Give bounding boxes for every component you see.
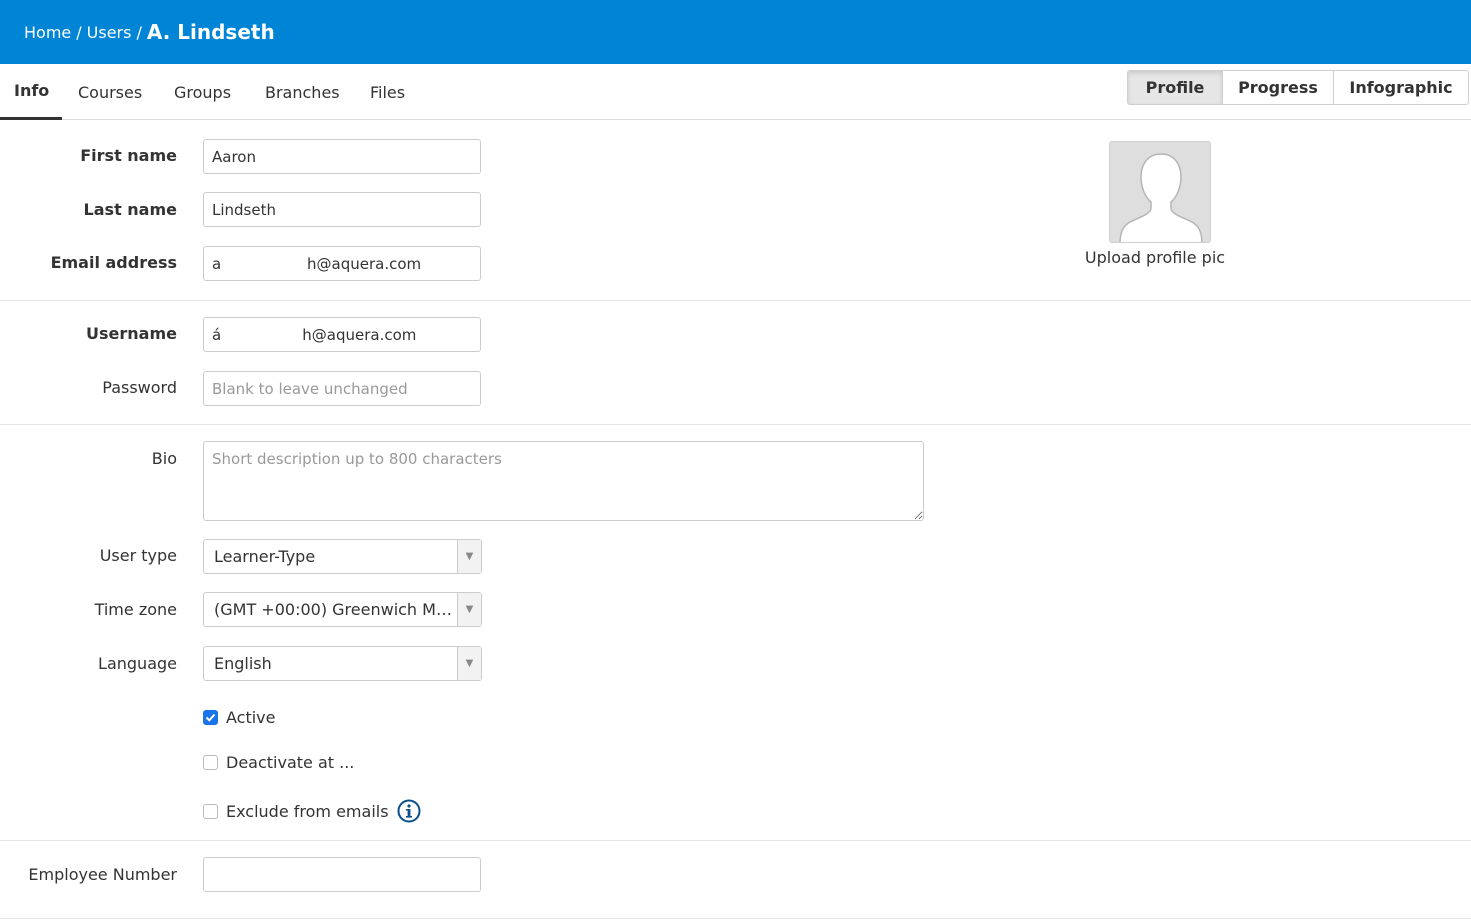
active-checkbox[interactable] <box>203 710 218 725</box>
infographic-view-button[interactable]: Infographic <box>1334 71 1468 104</box>
progress-view-button[interactable]: Progress <box>1223 71 1334 104</box>
last-name-field[interactable] <box>203 192 481 227</box>
active-checkbox-row: Active <box>203 708 276 727</box>
exclude-emails-checkbox-row: Exclude from emails <box>203 799 421 823</box>
section-divider <box>0 424 1471 425</box>
language-label: Language <box>98 654 177 673</box>
tab-courses[interactable]: Courses <box>64 64 156 120</box>
deactivate-label[interactable]: Deactivate at ... <box>226 753 354 772</box>
bio-textarea[interactable] <box>203 441 924 521</box>
breadcrumb-users-link[interactable]: Users <box>87 23 132 42</box>
exclude-emails-checkbox[interactable] <box>203 803 218 819</box>
chevron-down-icon: ▼ <box>457 540 481 573</box>
password-label: Password <box>102 378 177 397</box>
user-type-value: Learner-Type <box>214 547 316 566</box>
breadcrumb-home-link[interactable]: Home <box>24 23 71 42</box>
profile-view-button[interactable]: Profile <box>1128 71 1223 104</box>
section-divider <box>0 918 1471 919</box>
language-value: English <box>214 654 272 673</box>
employee-number-label: Employee Number <box>28 865 177 884</box>
tab-files[interactable]: Files <box>356 64 419 120</box>
page-title: A. Lindseth <box>146 20 275 44</box>
password-field[interactable] <box>203 371 481 406</box>
tab-groups[interactable]: Groups <box>160 64 245 120</box>
email-label: Email address <box>50 253 177 272</box>
top-header: Home / Users / A. Lindseth <box>0 0 1471 64</box>
tab-branches[interactable]: Branches <box>251 64 354 120</box>
breadcrumb-separator: / <box>76 22 82 42</box>
time-zone-value: (GMT +00:00) Greenwich Mean Time <box>214 600 457 619</box>
tab-info[interactable]: Info <box>0 64 62 120</box>
deactivate-checkbox[interactable] <box>203 755 218 770</box>
chevron-down-icon: ▼ <box>457 647 481 680</box>
first-name-label: First name <box>80 146 177 165</box>
bio-label: Bio <box>151 449 177 468</box>
chevron-down-icon: ▼ <box>457 593 481 626</box>
last-name-label: Last name <box>83 200 177 219</box>
time-zone-label: Time zone <box>94 600 177 619</box>
view-toggle: Profile Progress Infographic <box>1127 70 1469 105</box>
section-divider <box>0 840 1471 841</box>
section-divider <box>0 300 1471 301</box>
first-name-field[interactable] <box>203 139 481 174</box>
user-type-select[interactable]: Learner-Type ▼ <box>203 539 482 574</box>
email-field[interactable] <box>203 246 481 281</box>
employee-number-field[interactable] <box>203 857 481 892</box>
info-circle-icon[interactable] <box>397 799 421 823</box>
user-silhouette-icon[interactable] <box>1109 141 1211 243</box>
time-zone-select[interactable]: (GMT +00:00) Greenwich Mean Time ▼ <box>203 592 482 627</box>
active-label[interactable]: Active <box>226 708 276 727</box>
exclude-emails-label[interactable]: Exclude from emails <box>226 802 389 821</box>
username-label: Username <box>86 324 177 343</box>
user-type-label: User type <box>99 546 177 565</box>
language-select[interactable]: English ▼ <box>203 646 482 681</box>
upload-profile-pic-link[interactable]: Upload profile pic <box>1060 248 1250 267</box>
checkmark-icon <box>205 713 216 722</box>
deactivate-checkbox-row: Deactivate at ... <box>203 753 354 772</box>
breadcrumb-separator: / <box>136 22 142 42</box>
username-field[interactable] <box>203 317 481 352</box>
